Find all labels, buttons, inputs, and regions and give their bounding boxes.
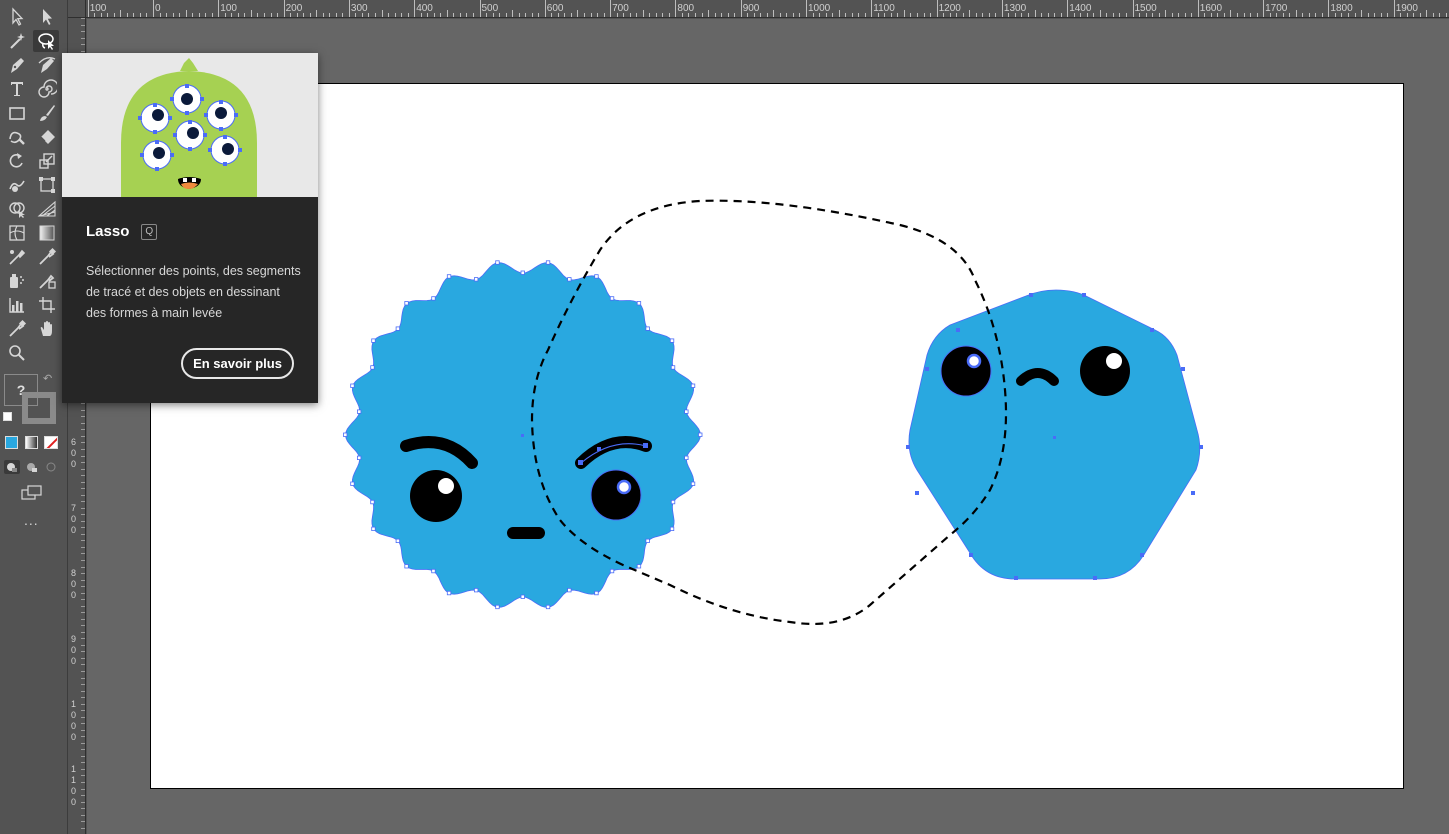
anchor-point[interactable]	[645, 538, 650, 543]
left-monster-left-eye[interactable]	[410, 470, 462, 522]
anchor-point[interactable]	[545, 604, 551, 610]
anchor-point[interactable]	[520, 594, 525, 599]
right-monster-center-point	[1053, 436, 1056, 439]
tooltip-title-row: Lasso Q	[86, 223, 158, 240]
right-monster-left-eye-highlight	[966, 353, 982, 369]
anchor-point[interactable]	[520, 270, 525, 275]
anchor-point[interactable]	[473, 588, 479, 593]
anchor-point[interactable]	[567, 588, 572, 593]
left-monster-right-eyebrow-anchor	[578, 460, 583, 465]
learn-more-button[interactable]: En savoir plus	[181, 348, 294, 379]
anchor-point[interactable]	[690, 383, 696, 388]
left-monster-right-eyebrow-anchor	[597, 447, 601, 451]
anchor-point[interactable]	[609, 296, 615, 301]
anchor-point[interactable]	[370, 365, 375, 370]
right-monster-left-eye[interactable]	[940, 345, 992, 397]
anchor-point[interactable]	[395, 538, 401, 543]
right-monster-body[interactable]	[908, 289, 1201, 580]
anchor-point[interactable]	[446, 590, 452, 596]
anchor-point[interactable]	[495, 260, 500, 265]
anchor-point[interactable]	[645, 326, 650, 331]
anchor-point[interactable]	[609, 568, 615, 574]
left-monster-right-eye-highlight	[616, 479, 632, 495]
tool-tooltip: Lasso Q Sélectionner des points, des seg…	[62, 53, 318, 403]
left-monster-right-eye[interactable]	[590, 469, 642, 521]
anchor-point[interactable]	[670, 365, 676, 370]
anchor-point[interactable]	[684, 455, 689, 461]
right-monster-right-eye-highlight	[1106, 353, 1122, 369]
tooltip-preview	[62, 53, 318, 197]
green-monster-illustration	[121, 58, 257, 197]
left-monster-center-point	[521, 434, 524, 437]
right-monster-right-eye[interactable]	[1080, 346, 1130, 396]
anchor-point[interactable]	[431, 296, 436, 301]
anchor-point[interactable]	[371, 526, 376, 531]
anchor-point[interactable]	[594, 274, 599, 279]
anchor-point[interactable]	[669, 338, 675, 343]
anchor-point[interactable]	[343, 432, 348, 437]
anchor-point[interactable]	[690, 481, 696, 486]
anchor-point[interactable]	[404, 564, 409, 569]
anchor-point[interactable]	[669, 526, 675, 531]
anchor-point[interactable]	[371, 338, 376, 343]
anchor-point[interactable]	[350, 481, 355, 486]
tooltip-title: Lasso	[86, 223, 130, 240]
anchor-point[interactable]	[446, 274, 452, 279]
anchor-point[interactable]	[431, 568, 436, 574]
anchor-point[interactable]	[404, 301, 409, 306]
left-monster-mouth[interactable]	[507, 527, 545, 539]
anchor-point[interactable]	[350, 383, 355, 388]
anchor-point[interactable]	[356, 455, 362, 461]
anchor-point[interactable]	[684, 409, 689, 414]
anchor-point[interactable]	[698, 432, 703, 437]
anchor-point[interactable]	[370, 499, 375, 505]
left-monster-right-eyebrow-anchor	[643, 443, 648, 448]
left-monster-left-eye-highlight	[438, 478, 454, 494]
left-monster[interactable]	[343, 260, 703, 610]
anchor-point[interactable]	[594, 590, 599, 596]
anchor-point[interactable]	[395, 326, 401, 331]
anchor-point[interactable]	[670, 499, 676, 505]
anchor-point[interactable]	[473, 277, 479, 282]
anchor-point[interactable]	[495, 604, 500, 610]
anchor-point[interactable]	[356, 409, 362, 414]
tooltip-shortcut: Q	[141, 223, 158, 240]
tooltip-description: Sélectionner des points, des segments de…	[86, 264, 301, 320]
ruler-origin[interactable]	[68, 0, 86, 18]
right-monster[interactable]	[906, 289, 1203, 580]
anchor-point[interactable]	[545, 260, 551, 265]
anchor-point[interactable]	[567, 277, 572, 282]
anchor-point[interactable]	[636, 564, 642, 569]
anchor-point[interactable]	[636, 301, 642, 306]
